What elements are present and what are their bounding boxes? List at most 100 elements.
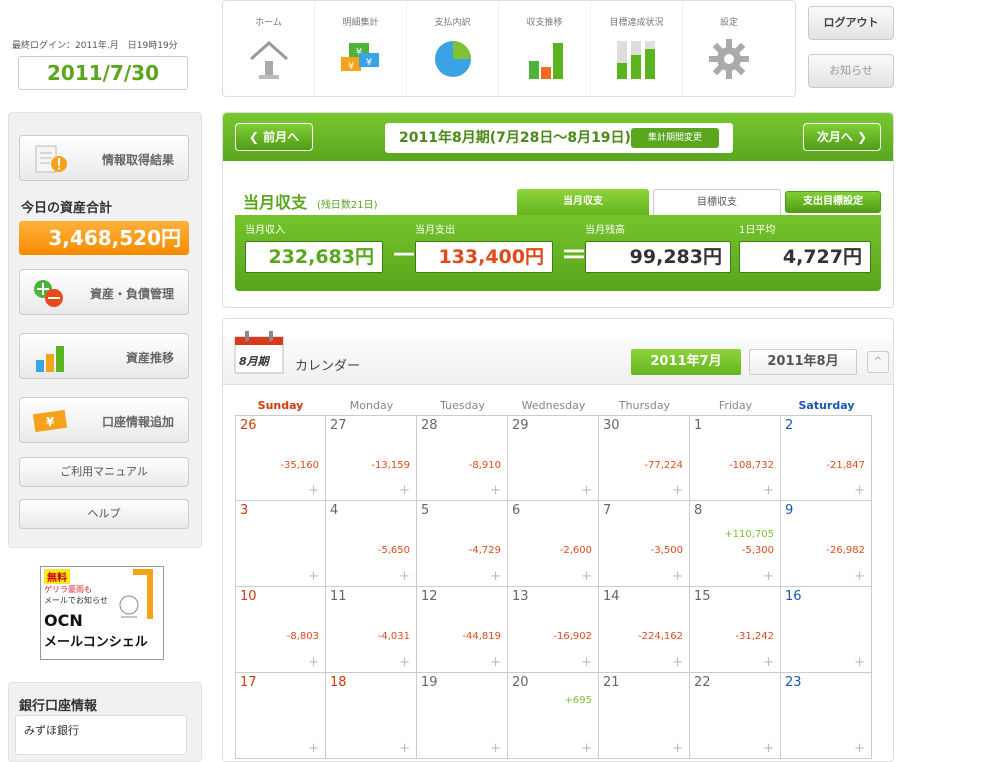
add-entry-icon[interactable]: +: [763, 656, 774, 669]
help-button[interactable]: ヘルプ: [19, 499, 189, 529]
prev-month-button[interactable]: ❮ 前月へ: [235, 123, 313, 151]
add-entry-icon[interactable]: +: [308, 742, 319, 755]
add-entry-icon[interactable]: +: [490, 742, 501, 755]
collapse-calendar-button[interactable]: ^: [867, 351, 889, 373]
add-entry-icon[interactable]: +: [399, 570, 410, 583]
add-entry-icon[interactable]: +: [672, 484, 683, 497]
calendar-day-cell[interactable]: 27 -13,159 +: [326, 415, 417, 501]
add-entry-icon[interactable]: +: [308, 484, 319, 497]
asset-trend-button[interactable]: 資産推移: [19, 333, 189, 379]
logout-button[interactable]: ログアウト: [808, 6, 894, 40]
nav-balance-trend[interactable]: 収支推移: [499, 1, 591, 96]
asset-management-button[interactable]: 資産・負債管理: [19, 269, 189, 315]
calendar-day-cell[interactable]: 4 -5,650 +: [326, 501, 417, 587]
add-entry-icon[interactable]: +: [763, 570, 774, 583]
calendar-day-cell[interactable]: 7 -3,500 +: [599, 501, 690, 587]
calendar-day-cell[interactable]: 6 -2,600 +: [508, 501, 599, 587]
day-of-week-sunday: Sunday: [257, 399, 304, 412]
calendar-day-cell[interactable]: 2 -21,847 +: [781, 415, 872, 501]
period-bar: ❮ 前月へ 2011年8月期(7月28日〜8月19日) 集計期間変更 次月へ ❯: [223, 113, 893, 161]
gear-icon: [709, 39, 749, 79]
calendar-day-cell[interactable]: 10 -8,803 +: [235, 587, 326, 673]
add-entry-icon[interactable]: +: [308, 570, 319, 583]
add-entry-icon[interactable]: +: [581, 742, 592, 755]
day-number: 7: [603, 503, 612, 518]
set-target-button[interactable]: 支出目標設定: [785, 191, 881, 213]
day-number: 9: [785, 503, 794, 518]
calendar-day-cell[interactable]: 9 -26,982 +: [781, 501, 872, 587]
day-number: 21: [603, 675, 620, 690]
notice-button[interactable]: お知らせ: [808, 54, 894, 88]
bank-title: 銀行口座情報: [19, 699, 98, 714]
month-button-august[interactable]: 2011年8月: [749, 349, 857, 375]
day-number: 12: [421, 589, 438, 604]
calendar-day-cell[interactable]: 18 +: [326, 673, 417, 759]
calendar-day-cell[interactable]: 12 -44,819 +: [417, 587, 508, 673]
monthly-summary-panel: ❮ 前月へ 2011年8月期(7月28日〜8月19日) 集計期間変更 次月へ ❯…: [222, 112, 894, 308]
prev-month-label: 前月へ: [263, 130, 300, 144]
nav-statement[interactable]: 明細集計 ¥ ¥ ¥: [315, 1, 407, 96]
calendar-day-cell[interactable]: 5 -4,729 +: [417, 501, 508, 587]
top-navigation: ホーム 明細集計 ¥ ¥ ¥ 支払内訳 収支推移 目標達成状況 設定: [222, 0, 796, 97]
add-entry-icon[interactable]: +: [854, 742, 865, 755]
chevron-right-icon: ❯: [852, 130, 868, 144]
calendar-day-cell[interactable]: 19 +: [417, 673, 508, 759]
add-entry-icon[interactable]: +: [581, 656, 592, 669]
calendar-day-cell[interactable]: 28 -8,910 +: [417, 415, 508, 501]
calendar-day-cell[interactable]: 20 +695 +: [508, 673, 599, 759]
calendar-day-cell[interactable]: 13 -16,902 +: [508, 587, 599, 673]
nav-home[interactable]: ホーム: [223, 1, 315, 96]
calendar-day-cell[interactable]: 15 -31,242 +: [690, 587, 781, 673]
add-entry-icon[interactable]: +: [854, 484, 865, 497]
add-entry-icon[interactable]: +: [399, 742, 410, 755]
change-period-button[interactable]: 集計期間変更: [631, 128, 719, 148]
calendar-day-cell[interactable]: 30 -77,224 +: [599, 415, 690, 501]
add-entry-icon[interactable]: +: [490, 570, 501, 583]
next-month-button[interactable]: 次月へ ❯: [803, 123, 881, 151]
manual-button[interactable]: ご利用マニュアル: [19, 457, 189, 487]
tab-target[interactable]: 目標収支: [653, 189, 781, 215]
calendar-day-cell[interactable]: 26 -35,160 +: [235, 415, 326, 501]
calendar-day-cell[interactable]: 16 +: [781, 587, 872, 673]
calendar-day-cell[interactable]: 29 +: [508, 415, 599, 501]
add-entry-icon[interactable]: +: [399, 656, 410, 669]
add-entry-icon[interactable]: +: [308, 656, 319, 669]
day-number: 8: [694, 503, 703, 518]
add-entry-icon[interactable]: +: [581, 570, 592, 583]
nav-goal-status[interactable]: 目標達成状況: [591, 1, 683, 96]
add-entry-icon[interactable]: +: [490, 484, 501, 497]
add-entry-icon[interactable]: +: [854, 656, 865, 669]
calendar-day-cell[interactable]: 21 +: [599, 673, 690, 759]
add-entry-icon[interactable]: +: [399, 484, 410, 497]
day-number: 28: [421, 418, 438, 433]
tab-actual[interactable]: 当月収支: [517, 189, 649, 215]
ocn-mail-concierge-ad[interactable]: 無料 ゲリラ豪雨も メールでお知らせ OCN メールコンシェル: [40, 566, 164, 660]
add-entry-icon[interactable]: +: [490, 656, 501, 669]
month-button-july[interactable]: 2011年7月: [631, 349, 741, 375]
calendar-day-cell[interactable]: 1 -108,732 +: [690, 415, 781, 501]
income-value: 232,683円: [245, 241, 383, 273]
add-entry-icon[interactable]: +: [854, 570, 865, 583]
bank-item[interactable]: みずほ銀行: [15, 715, 187, 755]
calendar-day-cell[interactable]: 22 +: [690, 673, 781, 759]
add-entry-icon[interactable]: +: [581, 484, 592, 497]
calendar-day-cell[interactable]: 14 -224,162 +: [599, 587, 690, 673]
pie-chart-icon: [435, 41, 471, 77]
nav-settings[interactable]: 設定: [683, 1, 775, 96]
add-entry-icon[interactable]: +: [672, 742, 683, 755]
nav-payment-label: 支払内訳: [434, 18, 471, 28]
info-result-button[interactable]: 情報取得結果: [19, 135, 189, 181]
calendar-day-cell[interactable]: 3 +: [235, 501, 326, 587]
add-entry-icon[interactable]: +: [672, 656, 683, 669]
add-entry-icon[interactable]: +: [672, 570, 683, 583]
calendar-day-cell[interactable]: 8 +110,705 -5,300 +: [690, 501, 781, 587]
add-entry-icon[interactable]: +: [763, 484, 774, 497]
calendar-day-cell[interactable]: 23 +: [781, 673, 872, 759]
calendar-day-cell[interactable]: 17 +: [235, 673, 326, 759]
nav-payment-breakdown[interactable]: 支払内訳: [407, 1, 499, 96]
last-login-text: 最終ログイン：2011年.月 日19時19分: [12, 41, 178, 51]
account-add-button[interactable]: ¥ 口座情報追加: [19, 397, 189, 443]
calendar-day-cell[interactable]: 11 -4,031 +: [326, 587, 417, 673]
day-of-week-tuesday: Tuesday: [440, 399, 485, 412]
add-entry-icon[interactable]: +: [763, 742, 774, 755]
